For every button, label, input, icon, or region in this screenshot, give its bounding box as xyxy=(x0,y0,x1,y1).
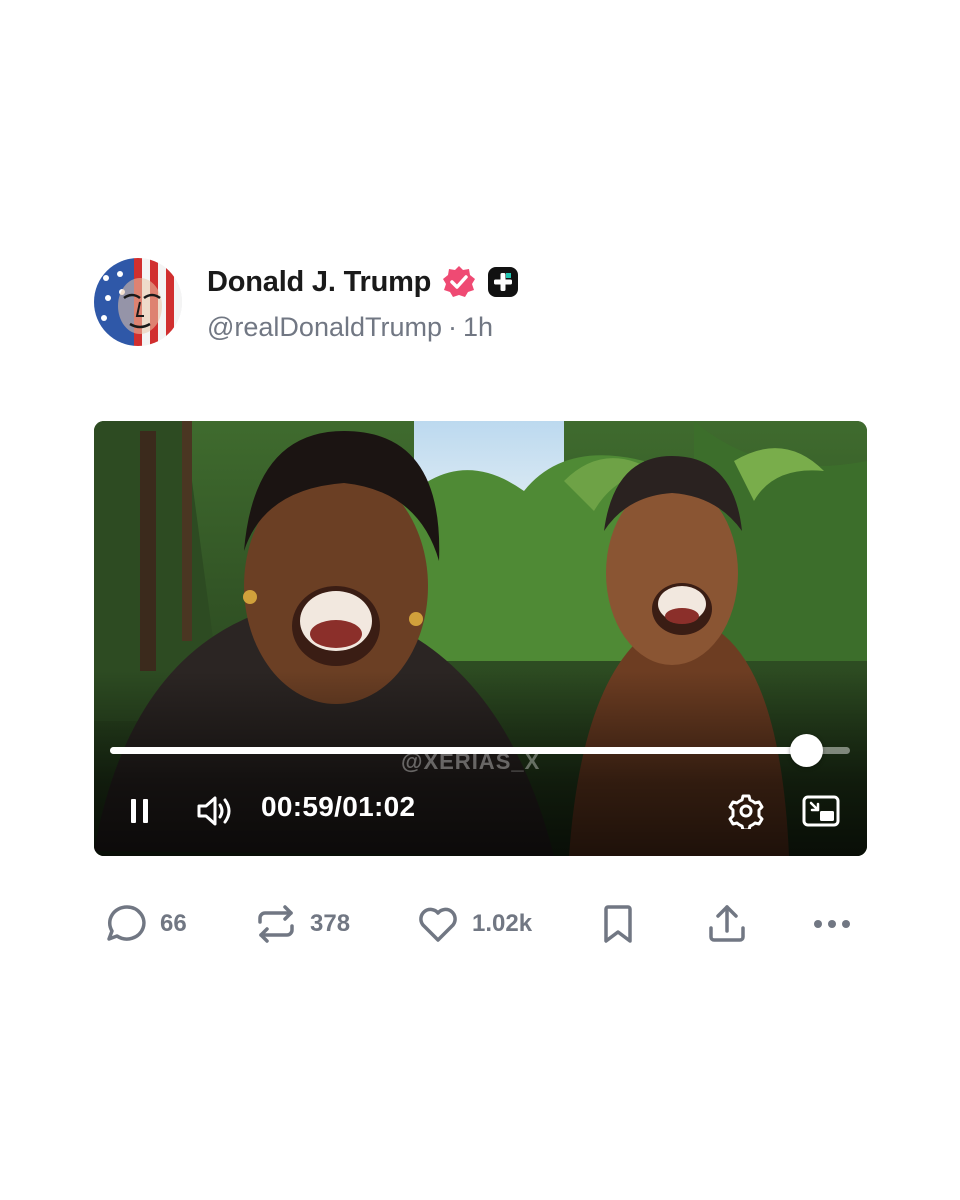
post-actions-bar: 66 378 1.02k xyxy=(94,896,867,952)
pause-button[interactable] xyxy=(122,793,158,829)
reply-bubble-icon xyxy=(107,905,146,941)
display-name-row: Donald J. Trump xyxy=(207,262,519,302)
like-count: 1.02k xyxy=(472,910,533,937)
video-current-time: 00:59 xyxy=(261,791,335,822)
bookmark-icon xyxy=(604,905,632,943)
pause-icon xyxy=(131,799,148,823)
settings-gear-icon xyxy=(728,794,764,829)
post-header: Donald J. Trump @realDonaldTrump · 1h xyxy=(94,258,794,350)
picture-in-picture-icon xyxy=(802,795,840,827)
avatar-flag-portrait-image xyxy=(94,258,182,346)
video-settings-button[interactable] xyxy=(726,791,766,831)
video-duration: 01:02 xyxy=(342,791,416,822)
verified-check-badge-icon xyxy=(441,264,477,300)
avatar[interactable] xyxy=(94,258,182,346)
video-progress-fill xyxy=(110,747,806,754)
more-dots-icon xyxy=(814,920,850,928)
user-handle[interactable]: @realDonaldTrump xyxy=(207,312,442,342)
share-upload-icon xyxy=(709,905,745,942)
picture-in-picture-button[interactable] xyxy=(800,791,842,831)
repost-icon xyxy=(258,905,294,943)
repost-count: 378 xyxy=(310,910,351,937)
handle-row: @realDonaldTrump · 1h xyxy=(207,312,493,343)
more-options-button[interactable] xyxy=(812,896,852,952)
like-button[interactable]: 1.02k xyxy=(416,896,532,952)
reply-count: 66 xyxy=(160,910,187,937)
plus-badge-icon xyxy=(487,266,519,298)
volume-button[interactable] xyxy=(194,791,236,831)
volume-icon xyxy=(197,796,231,826)
share-button[interactable] xyxy=(706,896,748,952)
post-time-ago[interactable]: 1h xyxy=(463,312,493,342)
video-time-display: 00:59/01:02 xyxy=(261,791,415,823)
video-progress-thumb[interactable] xyxy=(789,734,823,767)
repost-button[interactable]: 378 xyxy=(254,896,350,952)
bookmark-button[interactable] xyxy=(600,896,636,952)
video-player[interactable]: @XERIAS_X 00:59/01:02 xyxy=(94,421,867,856)
display-name[interactable]: Donald J. Trump xyxy=(207,266,431,299)
video-time-separator: / xyxy=(334,791,343,822)
reply-button[interactable]: 66 xyxy=(106,896,187,952)
video-progress-track[interactable] xyxy=(110,734,850,767)
meta-separator: · xyxy=(448,312,457,342)
heart-icon xyxy=(419,907,457,942)
